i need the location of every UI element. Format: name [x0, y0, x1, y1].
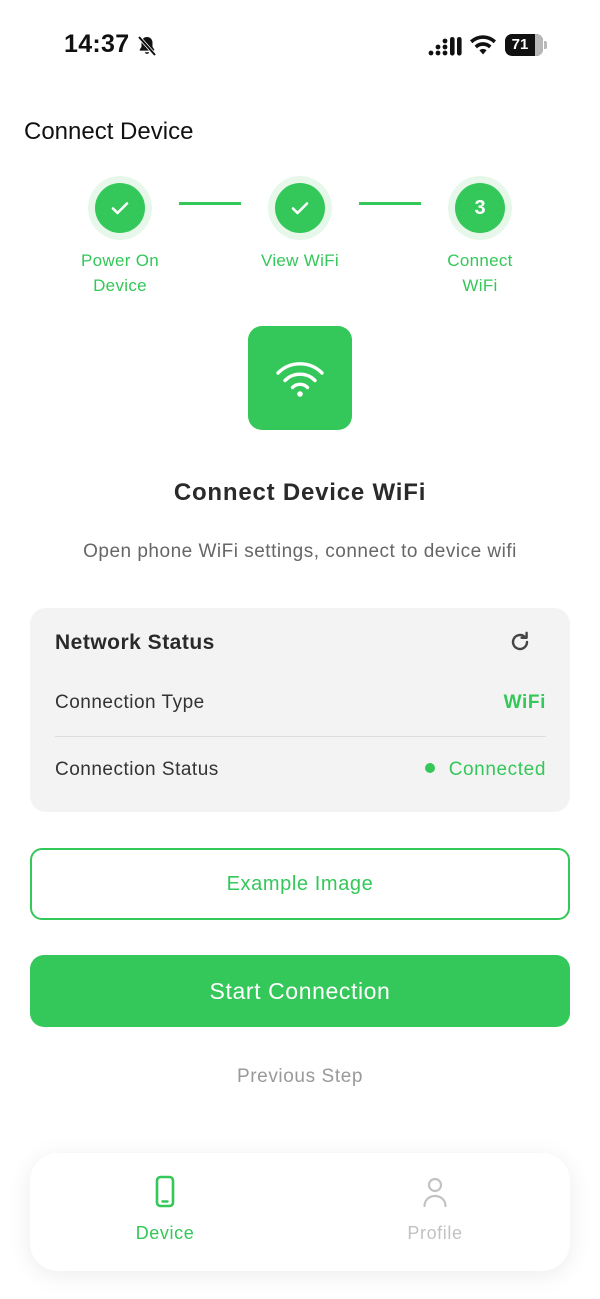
connection-type-label: Connection Type	[55, 692, 205, 713]
network-status-card: Network Status Connection Type WiFi Conn…	[30, 608, 570, 812]
bottom-tab-bar: Device Profile	[30, 1153, 570, 1271]
step-label: Power On Device	[81, 251, 159, 295]
step-halo	[88, 176, 152, 240]
start-connection-button[interactable]: Start Connection	[30, 955, 570, 1027]
step-complete-badge	[275, 183, 325, 233]
step-complete-badge	[95, 183, 145, 233]
refresh-icon[interactable]	[508, 630, 532, 654]
card-title: Network Status	[55, 631, 215, 654]
divider	[55, 736, 546, 737]
connection-status-value: Connected	[424, 759, 546, 781]
step-connect-wifi: 3 Connect WiFi	[400, 176, 560, 298]
cellular-signal-icon	[428, 37, 462, 56]
wifi-signal-icon	[470, 35, 496, 55]
tab-label: Profile	[407, 1223, 463, 1243]
status-dot-icon	[424, 763, 435, 773]
connection-status-text: Connected	[448, 759, 546, 780]
page-title: Connect Device	[24, 118, 194, 145]
status-bar: 14:37 71	[0, 0, 600, 92]
check-icon	[111, 202, 129, 215]
tab-device[interactable]: Device	[85, 1175, 245, 1244]
phone-icon	[155, 1175, 175, 1208]
step-halo: 3	[448, 176, 512, 240]
previous-step-link[interactable]: Previous Step	[0, 1066, 600, 1088]
bell-slash-icon	[137, 35, 157, 57]
tab-label: Device	[135, 1223, 195, 1243]
section-heading: Connect Device WiFi	[173, 479, 427, 506]
step-halo	[268, 176, 332, 240]
battery-percent: 71	[511, 36, 529, 53]
person-icon	[423, 1177, 447, 1208]
connection-status-label: Connection Status	[55, 759, 219, 780]
step-power-on-device: Power On Device	[40, 176, 200, 298]
step-label: Connect WiFi	[447, 251, 513, 295]
step-label: View WiFi	[261, 251, 339, 270]
wifi-icon	[276, 362, 324, 397]
check-icon	[291, 202, 309, 215]
battery-icon: 71	[505, 34, 547, 56]
step-view-wifi: View WiFi	[220, 176, 380, 273]
connection-type-value: WiFi	[503, 692, 546, 713]
wifi-hero-tile	[248, 326, 352, 430]
example-image-button[interactable]: Example Image	[30, 848, 570, 920]
status-time: 14:37	[64, 30, 130, 58]
tab-profile[interactable]: Profile	[355, 1175, 515, 1244]
instruction-text: Open phone WiFi settings, connect to dev…	[83, 541, 517, 562]
step-number-badge: 3	[455, 183, 505, 233]
